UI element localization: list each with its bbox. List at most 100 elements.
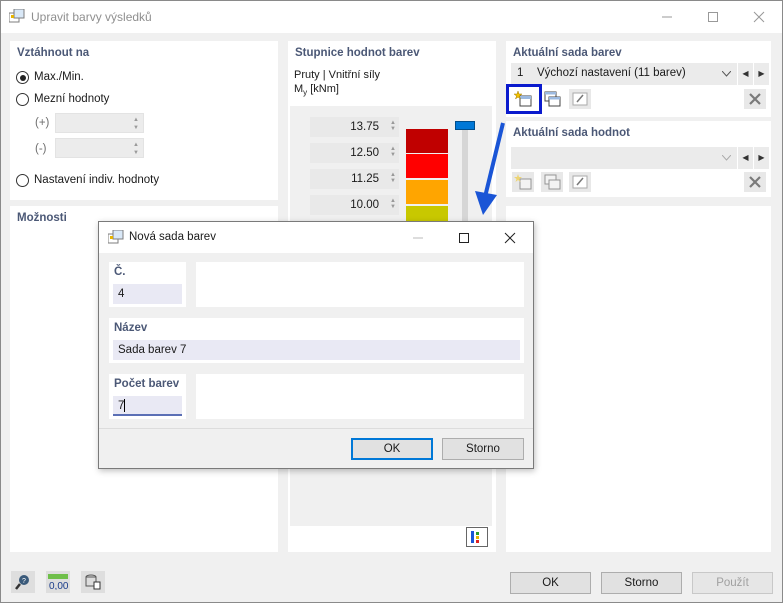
color-count-field[interactable]: 7 xyxy=(113,396,182,416)
svg-text:0,00: 0,00 xyxy=(49,581,68,590)
color-set-prev-button[interactable]: ◀ xyxy=(738,63,753,85)
dialog-cancel-button[interactable]: Storno xyxy=(442,438,524,460)
scale-subtitle: Pruty | Vnitřní síly xyxy=(294,69,380,81)
color-palette-icon xyxy=(9,9,25,23)
color-count-group: Počet barev 7 xyxy=(109,374,186,419)
new-color-set-dialog: Nová sada barev Č. 4 Název Sada barev 7 … xyxy=(98,221,534,469)
number-label: Č. xyxy=(114,266,126,278)
dialog-divider xyxy=(99,428,533,429)
radio-limit-values[interactable] xyxy=(16,93,29,106)
annotation-arrow xyxy=(475,122,505,215)
delete-color-set-button[interactable] xyxy=(744,89,766,109)
color-set-number: 1 xyxy=(517,67,524,79)
number-group: Č. 4 xyxy=(109,262,186,307)
number-field[interactable]: 4 xyxy=(113,284,182,304)
color-count-label: Počet barev xyxy=(114,378,180,390)
copy-color-set-button[interactable] xyxy=(541,89,563,109)
maximize-icon xyxy=(708,12,718,22)
dialog-close-button[interactable] xyxy=(487,222,533,253)
name-field[interactable]: Sada barev 7 xyxy=(113,340,520,360)
magnifier-icon: ? xyxy=(15,575,29,590)
new-value-set-button[interactable] xyxy=(512,172,534,192)
name-label: Název xyxy=(114,322,148,334)
scale-value-2[interactable]: 12.50 ▲ ▼ xyxy=(310,143,399,163)
new-color-set-button[interactable] xyxy=(512,89,534,109)
color-set-name: Výchozí nastavení (11 barev) xyxy=(537,67,686,79)
rename-value-set-button[interactable] xyxy=(569,172,591,192)
dialog-title-bar: Nová sada barev xyxy=(99,222,533,253)
scale-settings-icon xyxy=(471,531,479,543)
copy-value-set-icon xyxy=(544,174,561,190)
scale-value-1[interactable]: 13.75 ▲ ▼ xyxy=(310,117,399,137)
plus-label: (+) xyxy=(35,117,50,129)
scale-unit: My [kNm] xyxy=(294,83,339,98)
spin-down-icon[interactable]: ▼ xyxy=(133,150,139,156)
chevron-down-icon xyxy=(722,71,731,77)
decimal-places-button[interactable]: 0,00 xyxy=(46,571,70,593)
close-icon xyxy=(504,232,516,243)
current-value-set-panel: Aktuální sada hodnot ◀ ▶ xyxy=(506,121,771,197)
delete-icon xyxy=(749,176,761,188)
chevron-down-icon xyxy=(722,155,731,161)
rename-color-set-button[interactable] xyxy=(569,89,591,109)
refer-to-panel: Vztáhnout na Max./Min. Mezní hodnoty (+)… xyxy=(10,41,278,200)
new-value-set-icon xyxy=(514,174,532,190)
minimize-button[interactable] xyxy=(644,1,690,33)
radio-max-min[interactable] xyxy=(16,71,29,84)
value-set-prev-button[interactable]: ◀ xyxy=(738,147,753,169)
svg-text:?: ? xyxy=(22,578,26,585)
maximize-button[interactable] xyxy=(690,1,736,33)
plus-limit-input[interactable]: ▲ ▼ xyxy=(55,113,144,133)
dialog-maximize-button[interactable] xyxy=(441,222,487,253)
name-group: Název Sada barev 7 xyxy=(109,318,524,363)
help-button[interactable]: ? xyxy=(11,571,35,593)
database-icon xyxy=(85,574,101,590)
value-set-content-panel xyxy=(506,206,771,552)
delete-icon xyxy=(749,93,761,105)
color-set-dropdown[interactable]: 1 Výchozí nastavení (11 barev) xyxy=(511,63,737,85)
maximize-icon xyxy=(459,232,469,243)
units-button[interactable] xyxy=(81,571,105,593)
delete-value-set-button[interactable] xyxy=(744,172,766,192)
decimal-places-icon: 0,00 xyxy=(48,574,68,590)
close-button[interactable] xyxy=(736,1,782,33)
radio-individual-value[interactable] xyxy=(16,174,29,187)
window-title: Upravit barvy výsledků xyxy=(31,10,152,24)
value-set-dropdown[interactable] xyxy=(511,147,737,169)
spin-up-icon[interactable]: ▲ xyxy=(133,117,139,123)
radio-max-min-label: Max./Min. xyxy=(34,71,84,83)
spin-down-icon[interactable]: ▼ xyxy=(133,125,139,131)
minimize-icon xyxy=(662,16,672,18)
color-scale-title: Stupnice hodnot barev xyxy=(295,47,420,59)
apply-button[interactable]: Použít xyxy=(692,572,773,594)
spin-up-icon[interactable]: ▲ xyxy=(133,142,139,148)
color-palette-icon xyxy=(108,230,124,244)
copy-value-set-button[interactable] xyxy=(541,172,563,192)
radio-limit-values-label: Mezní hodnoty xyxy=(34,93,110,105)
value-set-next-button[interactable]: ▶ xyxy=(754,147,769,169)
minimize-icon xyxy=(413,237,423,238)
scale-settings-button[interactable] xyxy=(466,527,488,547)
dialog-title: Nová sada barev xyxy=(129,231,216,243)
minus-limit-input[interactable]: ▲ ▼ xyxy=(55,138,144,158)
scale-slider-track[interactable] xyxy=(462,126,468,226)
current-color-set-panel: Aktuální sada barev 1 Výchozí nastavení … xyxy=(506,41,771,117)
cancel-button[interactable]: Storno xyxy=(601,572,682,594)
scale-value-3[interactable]: 11.25 ▲ ▼ xyxy=(310,169,399,189)
ok-button[interactable]: OK xyxy=(510,572,591,594)
refer-to-title: Vztáhnout na xyxy=(17,47,90,59)
dialog-minimize-button[interactable] xyxy=(395,222,441,253)
edit-icon xyxy=(572,175,588,189)
color-swatch-1[interactable] xyxy=(406,129,448,153)
current-color-set-title: Aktuální sada barev xyxy=(513,47,622,59)
color-swatch-2[interactable] xyxy=(406,154,448,178)
number-extra-group xyxy=(196,262,524,307)
current-value-set-title: Aktuální sada hodnot xyxy=(513,127,630,139)
options-title: Možnosti xyxy=(17,212,67,224)
color-count-extra-group xyxy=(196,374,524,419)
edit-icon xyxy=(572,92,588,106)
scale-value-4[interactable]: 10.00 ▲ ▼ xyxy=(310,195,399,215)
color-set-next-button[interactable]: ▶ xyxy=(754,63,769,85)
color-swatch-3[interactable] xyxy=(406,180,448,204)
dialog-ok-button[interactable]: OK xyxy=(351,438,433,460)
